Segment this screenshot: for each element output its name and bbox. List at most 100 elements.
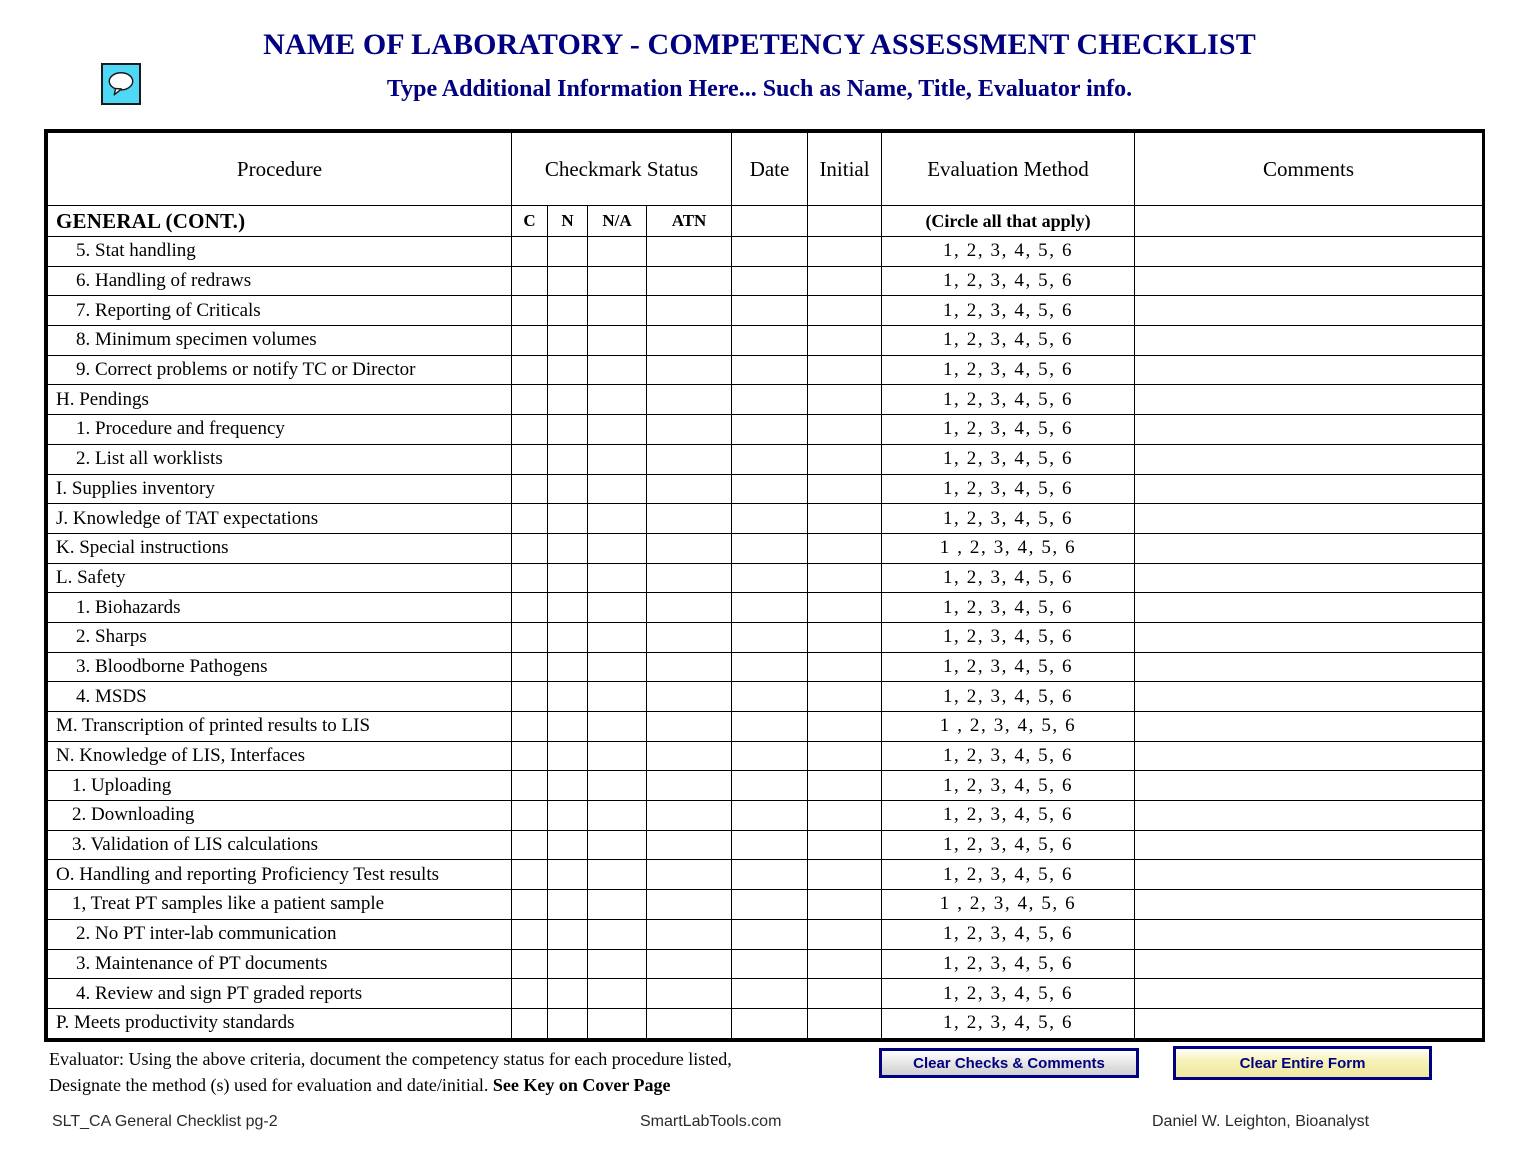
checkbox-cell-atn[interactable] xyxy=(645,503,733,534)
checkbox-cell-c[interactable] xyxy=(511,592,548,623)
initial-cell[interactable] xyxy=(807,978,883,1009)
date-cell[interactable] xyxy=(731,295,809,327)
initial-cell[interactable] xyxy=(807,414,883,445)
initial-cell[interactable] xyxy=(807,918,883,950)
evaluation-method-cell[interactable]: 1 , 2, 3, 4, 5, 6 xyxy=(881,532,1136,564)
checkbox-cell-n[interactable] xyxy=(547,562,588,594)
initial-cell[interactable] xyxy=(807,948,883,980)
comments-cell[interactable] xyxy=(1134,740,1484,772)
checkbox-cell-n[interactable] xyxy=(547,236,588,267)
date-cell[interactable] xyxy=(731,354,809,386)
checkbox-cell-c[interactable] xyxy=(511,295,548,327)
checkbox-cell-atn[interactable] xyxy=(645,948,733,980)
date-cell[interactable] xyxy=(731,889,809,920)
page-subtitle[interactable]: Type Additional Information Here... Such… xyxy=(0,74,1519,104)
checkbox-cell-n[interactable] xyxy=(547,859,588,891)
initial-cell[interactable] xyxy=(807,651,883,683)
date-cell[interactable] xyxy=(731,532,809,564)
date-cell[interactable] xyxy=(731,948,809,980)
date-cell[interactable] xyxy=(731,918,809,950)
initial-cell[interactable] xyxy=(807,740,883,772)
date-cell[interactable] xyxy=(731,621,809,653)
initial-cell[interactable] xyxy=(807,889,883,920)
checkbox-cell-c[interactable] xyxy=(511,800,548,831)
checkbox-cell-atn[interactable] xyxy=(645,978,733,1009)
initial-cell[interactable] xyxy=(807,1007,883,1039)
checkbox-cell-n[interactable] xyxy=(547,592,588,623)
evaluation-method-cell[interactable]: 1, 2, 3, 4, 5, 6 xyxy=(881,918,1136,950)
checkbox-cell-c[interactable] xyxy=(511,711,548,742)
checkbox-cell-n[interactable] xyxy=(547,770,588,802)
checkbox-cell-n[interactable] xyxy=(547,889,588,920)
evaluation-method-cell[interactable]: 1, 2, 3, 4, 5, 6 xyxy=(881,443,1136,475)
checkbox-cell-c[interactable] xyxy=(511,414,548,445)
evaluation-method-cell[interactable]: 1, 2, 3, 4, 5, 6 xyxy=(881,651,1136,683)
checkbox-cell-atn[interactable] xyxy=(645,414,733,445)
checkbox-cell-c[interactable] xyxy=(511,948,548,980)
checkbox-cell-na[interactable] xyxy=(587,325,647,356)
date-cell[interactable] xyxy=(731,740,809,772)
initial-cell[interactable] xyxy=(807,236,883,267)
initial-cell[interactable] xyxy=(807,829,883,861)
checkbox-cell-na[interactable] xyxy=(587,592,647,623)
checkbox-cell-n[interactable] xyxy=(547,651,588,683)
evaluation-method-cell[interactable]: 1, 2, 3, 4, 5, 6 xyxy=(881,740,1136,772)
checkbox-cell-n[interactable] xyxy=(547,414,588,445)
checkbox-cell-na[interactable] xyxy=(587,681,647,712)
checkbox-cell-atn[interactable] xyxy=(645,681,733,712)
evaluation-method-cell[interactable]: 1, 2, 3, 4, 5, 6 xyxy=(881,1007,1136,1039)
checkbox-cell-c[interactable] xyxy=(511,265,548,297)
evaluation-method-cell[interactable]: 1, 2, 3, 4, 5, 6 xyxy=(881,265,1136,297)
evaluation-method-cell[interactable]: 1, 2, 3, 4, 5, 6 xyxy=(881,592,1136,623)
comments-cell[interactable] xyxy=(1134,265,1484,297)
checkbox-cell-c[interactable] xyxy=(511,978,548,1009)
checkbox-cell-c[interactable] xyxy=(511,770,548,802)
evaluation-method-cell[interactable]: 1 , 2, 3, 4, 5, 6 xyxy=(881,711,1136,742)
date-cell[interactable] xyxy=(731,711,809,742)
date-cell[interactable] xyxy=(731,800,809,831)
evaluation-method-cell[interactable]: 1, 2, 3, 4, 5, 6 xyxy=(881,384,1136,416)
evaluation-method-cell[interactable]: 1, 2, 3, 4, 5, 6 xyxy=(881,354,1136,386)
checkbox-cell-n[interactable] xyxy=(547,621,588,653)
checkbox-cell-atn[interactable] xyxy=(645,384,733,416)
checkbox-cell-atn[interactable] xyxy=(645,711,733,742)
checkbox-cell-na[interactable] xyxy=(587,829,647,861)
initial-cell[interactable] xyxy=(807,265,883,297)
checkbox-cell-atn[interactable] xyxy=(645,829,733,861)
checkbox-cell-n[interactable] xyxy=(547,978,588,1009)
comments-cell[interactable] xyxy=(1134,829,1484,861)
checkbox-cell-n[interactable] xyxy=(547,532,588,564)
checkbox-cell-n[interactable] xyxy=(547,265,588,297)
comments-cell[interactable] xyxy=(1134,651,1484,683)
checkbox-cell-atn[interactable] xyxy=(645,621,733,653)
checkbox-cell-atn[interactable] xyxy=(645,800,733,831)
comments-cell[interactable] xyxy=(1134,473,1484,505)
initial-cell[interactable] xyxy=(807,384,883,416)
evaluation-method-cell[interactable]: 1, 2, 3, 4, 5, 6 xyxy=(881,562,1136,594)
comments-cell[interactable] xyxy=(1134,295,1484,327)
initial-cell[interactable] xyxy=(807,592,883,623)
checkbox-cell-c[interactable] xyxy=(511,443,548,475)
checkbox-cell-c[interactable] xyxy=(511,918,548,950)
date-cell[interactable] xyxy=(731,414,809,445)
evaluation-method-cell[interactable]: 1, 2, 3, 4, 5, 6 xyxy=(881,503,1136,534)
initial-cell[interactable] xyxy=(807,532,883,564)
checkbox-cell-n[interactable] xyxy=(547,443,588,475)
checkbox-cell-na[interactable] xyxy=(587,295,647,327)
comments-cell[interactable] xyxy=(1134,414,1484,445)
checkbox-cell-n[interactable] xyxy=(547,918,588,950)
comments-cell[interactable] xyxy=(1134,978,1484,1009)
checkbox-cell-c[interactable] xyxy=(511,325,548,356)
checkbox-cell-na[interactable] xyxy=(587,562,647,594)
comments-cell[interactable] xyxy=(1134,592,1484,623)
comments-cell[interactable] xyxy=(1134,503,1484,534)
evaluation-method-cell[interactable]: 1, 2, 3, 4, 5, 6 xyxy=(881,236,1136,267)
clear-entire-form-button[interactable]: Clear Entire Form xyxy=(1173,1046,1432,1080)
date-cell[interactable] xyxy=(731,325,809,356)
checkbox-cell-n[interactable] xyxy=(547,948,588,980)
checkbox-cell-na[interactable] xyxy=(587,651,647,683)
clear-checks-and-comments-button[interactable]: Clear Checks & Comments xyxy=(879,1048,1139,1078)
evaluation-method-cell[interactable]: 1, 2, 3, 4, 5, 6 xyxy=(881,770,1136,802)
checkbox-cell-atn[interactable] xyxy=(645,651,733,683)
checkbox-cell-na[interactable] xyxy=(587,265,647,297)
